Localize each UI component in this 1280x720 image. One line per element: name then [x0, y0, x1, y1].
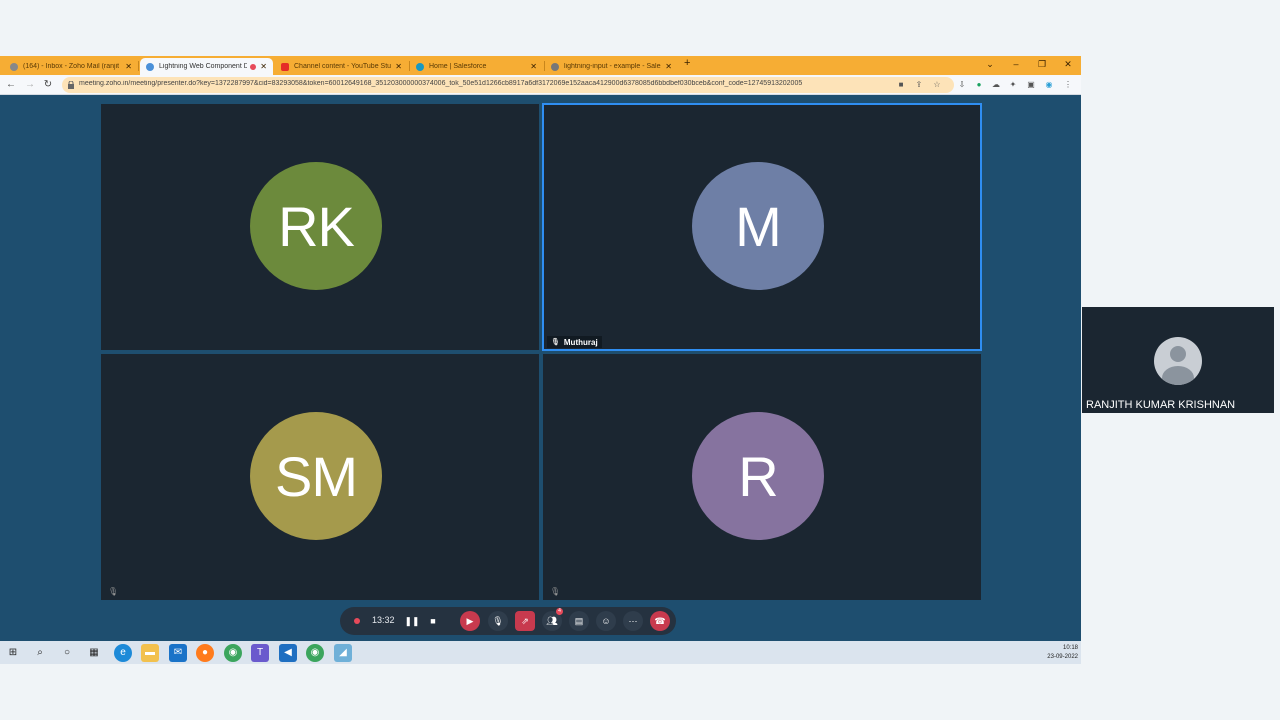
app-icon[interactable]: ◢ [334, 644, 352, 662]
close-icon[interactable]: ✕ [665, 62, 672, 71]
grammarly-extension-icon[interactable]: ● [973, 79, 985, 91]
participant-tile[interactable]: R 🎙︎ [543, 354, 981, 600]
minimize-button[interactable]: – [1003, 56, 1029, 72]
close-icon[interactable]: ✕ [530, 62, 537, 71]
lock-icon [68, 81, 74, 89]
close-window-button[interactable]: ✕ [1055, 56, 1081, 72]
edge-icon[interactable]: e [114, 644, 132, 662]
clock-date: 23-09-2022 [1047, 654, 1078, 660]
meeting-control-bar: 13:32 ❚❚ ■ ▶ 🎙︎ ⇗ 👥︎ 4 ▤ ☺ ⋯ ☎ [340, 607, 676, 635]
camera-icon[interactable]: ■ [896, 80, 906, 90]
self-view-tile[interactable]: RANJITH KUMAR KRISHNAN [1082, 307, 1274, 413]
side-panel-icon[interactable]: ▣ [1025, 79, 1037, 91]
tab-label: Channel content - YouTube Studi [294, 63, 392, 70]
browser-toolbar: ← → ↻ meeting.zoho.in/meeting/presenter.… [0, 75, 1081, 95]
recording-timer: 13:32 [372, 615, 395, 625]
task-view-icon[interactable]: ▦ [85, 644, 103, 662]
avatar: RK [250, 162, 382, 290]
participant-tile[interactable]: RK [101, 104, 539, 350]
file-explorer-icon[interactable]: ▬ [141, 644, 159, 662]
restore-button[interactable]: ❐ [1029, 56, 1055, 72]
avatar: SM [250, 412, 382, 540]
participants-icon: 👥︎ [546, 616, 558, 626]
tab-lightning-input-example[interactable]: lightning-input - example - Sales ✕ [545, 58, 678, 75]
tab-label: Home | Salesforce [429, 63, 487, 70]
tab-youtube-studio[interactable]: Channel content - YouTube Studi ✕ [275, 58, 408, 75]
search-icon[interactable]: ⌕ [31, 644, 49, 662]
close-icon[interactable]: ✕ [395, 62, 402, 71]
mic-muted-icon: 🎙︎ [550, 587, 561, 596]
close-icon[interactable]: ✕ [260, 62, 267, 71]
mail-icon[interactable]: ✉ [169, 644, 187, 662]
self-view-name: RANJITH KUMAR KRISHNAN [1086, 399, 1236, 411]
share-icon[interactable]: ⇪ [914, 80, 924, 90]
mic-icon: 🎙︎ [551, 339, 560, 346]
browser-menu-icon[interactable]: ⋮ [1062, 79, 1074, 91]
teams-icon[interactable]: T [251, 644, 269, 662]
download-extension-icon[interactable]: ⇩ [956, 79, 968, 91]
microphone-button[interactable]: 🎙︎ [488, 611, 508, 631]
tab-zoho-mail[interactable]: (164) - Inbox - Zoho Mail (ranjit ✕ [4, 58, 138, 75]
user-avatar-icon [1154, 337, 1202, 385]
tab-salesforce-home[interactable]: Home | Salesforce ✕ [410, 58, 543, 75]
firefox-icon[interactable]: ● [196, 644, 214, 662]
avatar: M [692, 162, 824, 290]
vscode-icon[interactable]: ◀ [279, 644, 297, 662]
salesforce-favicon-icon [416, 62, 424, 71]
tab-strip: (164) - Inbox - Zoho Mail (ranjit ✕ Ligh… [0, 56, 1081, 75]
tab-label: Lightning Web Component D [159, 63, 248, 70]
url-text: meeting.zoho.in/meeting/presenter.do?key… [79, 80, 803, 87]
tab-divider [138, 61, 139, 71]
back-icon[interactable]: ← [4, 78, 18, 92]
profile-icon[interactable]: ◉ [1043, 79, 1055, 91]
system-clock[interactable]: 10:18 23-09-2022 [1047, 644, 1078, 662]
participant-tile-active-speaker[interactable]: M 🎙︎ Muthuraj [542, 103, 982, 351]
share-screen-button[interactable]: ⇗ [515, 611, 535, 631]
tab-search-icon[interactable]: ⌄ [977, 56, 1003, 72]
cortana-icon[interactable]: ○ [58, 644, 76, 662]
leave-meeting-button[interactable]: ☎ [650, 611, 670, 631]
windows-start-icon[interactable]: ⊞ [4, 644, 22, 662]
camera-off-button[interactable]: ▶ [460, 611, 480, 631]
participant-name-badge: 🎙︎ Muthuraj [547, 336, 602, 348]
tab-label: lightning-input - example - Sales [564, 63, 662, 70]
browser-window: (164) - Inbox - Zoho Mail (ranjit ✕ Ligh… [0, 56, 1081, 641]
tab-lightning-web-component[interactable]: Lightning Web Component D ✕ [140, 58, 273, 75]
new-tab-button[interactable]: + [684, 57, 690, 69]
mic-muted-icon: 🎙︎ [108, 587, 119, 596]
address-bar[interactable]: meeting.zoho.in/meeting/presenter.do?key… [62, 77, 954, 93]
participants-button[interactable]: 👥︎ 4 [542, 608, 563, 631]
globe-favicon-icon [551, 62, 559, 71]
mail-favicon-icon [10, 62, 18, 71]
participant-tile[interactable]: SM 🎙︎ [101, 354, 539, 600]
cloud-extension-icon[interactable]: ☁ [990, 79, 1002, 91]
close-icon[interactable]: ✕ [125, 62, 132, 71]
participant-count-badge: 4 [556, 608, 563, 615]
chrome-profile-icon[interactable]: ◉ [306, 644, 324, 662]
pause-recording-button[interactable]: ❚❚ [402, 611, 422, 631]
windows-taskbar: ⊞ ⌕ ○ ▦ e ▬ ✉ ● ◉ T ◀ ◉ ◢ 10:18 23-09-20… [0, 641, 1081, 664]
chrome-icon[interactable]: ◉ [224, 644, 242, 662]
avatar: R [692, 412, 824, 540]
youtube-favicon-icon [281, 62, 289, 71]
globe-favicon-icon [146, 62, 154, 71]
chat-button[interactable]: ▤ [569, 611, 589, 631]
participant-name: Muthuraj [563, 337, 598, 347]
reactions-button[interactable]: ☺ [596, 611, 616, 631]
puzzle-extensions-icon[interactable]: ✦ [1007, 79, 1019, 91]
recording-indicator-icon [250, 63, 257, 70]
reload-icon[interactable]: ↻ [41, 78, 55, 92]
recording-dot-icon [354, 618, 360, 624]
meeting-stage: RK M 🎙︎ Muthuraj SM 🎙︎ R 🎙︎ 13:32 ❚❚ ■ ▶… [0, 96, 1081, 641]
tab-label: (164) - Inbox - Zoho Mail (ranjit [23, 63, 120, 70]
clock-time: 10:18 [1062, 645, 1078, 651]
more-options-button[interactable]: ⋯ [623, 611, 643, 631]
bookmark-star-icon[interactable]: ☆ [932, 80, 942, 90]
forward-icon[interactable]: → [23, 78, 37, 92]
stop-recording-button[interactable]: ■ [423, 611, 443, 631]
